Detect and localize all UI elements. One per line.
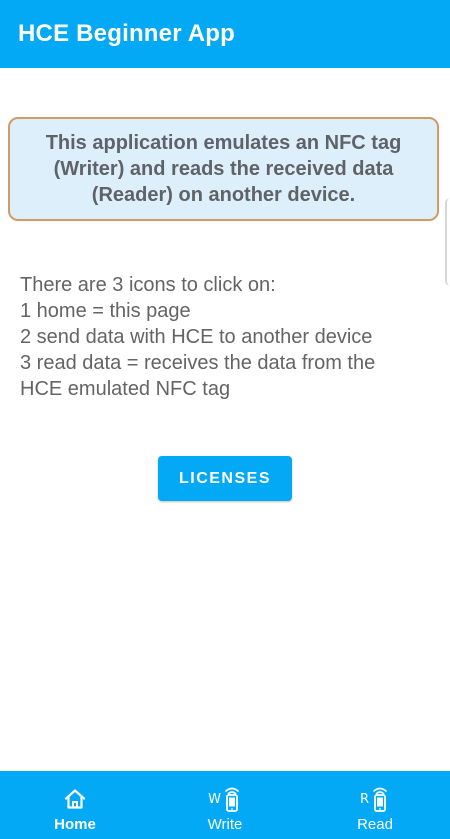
licenses-button[interactable]: LICENSES [158,456,292,501]
instruction-line: 1 home = this page [20,300,191,322]
nav-item-home[interactable]: Home [0,771,150,839]
instruction-line: There are 3 icons to click on: [20,274,276,296]
intro-card: This application emulates an NFC tag (Wr… [8,117,439,221]
instruction-line: 2 send data with HCE to another device [20,326,373,348]
instructions-text: There are 3 icons to click on: 1 home = … [20,272,440,402]
phone-nfc-write-icon: W [208,786,242,812]
nav-label-write: Write [207,816,243,833]
nav-label-read: Read [357,816,393,833]
app-bar: HCE Beginner App [0,0,450,68]
nav-item-read[interactable]: R Read [300,771,450,839]
app-title: HCE Beginner App [18,20,235,47]
instruction-line: 3 read data = receives the data from the [20,352,376,374]
read-icon-letter: R [359,791,370,807]
nav-item-write[interactable]: W Write [150,771,300,839]
nav-label-home: Home [54,816,96,833]
write-icon-letter: W [208,791,221,807]
intro-text: This application emulates an NFC tag (Wr… [45,132,402,206]
scroll-edge-indicator [445,198,450,286]
home-icon [63,786,87,812]
bottom-navigation: Home W Write R Read [0,771,450,839]
phone-nfc-read-icon: R [360,786,390,812]
instruction-line: HCE emulated NFC tag [20,378,231,400]
